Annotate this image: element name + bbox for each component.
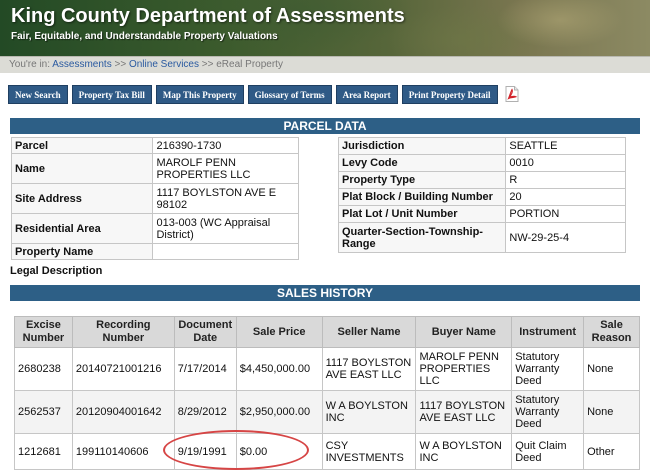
sales-history-heading: SALES HISTORY (10, 285, 640, 301)
breadcrumb: You're in: Assessments >> Online Service… (0, 56, 650, 73)
property-name-value (152, 243, 299, 260)
col-sale-reason: Sale Reason (583, 316, 640, 348)
new-search-button[interactable]: New Search (8, 85, 68, 104)
plat-block-value: 20 (505, 188, 626, 206)
breadcrumb-link-online-services[interactable]: Online Services (129, 59, 199, 70)
parcel-row-site-address: Site Address 1117 BOYLSTON AVE E 98102 (10, 183, 299, 214)
seller-name: W A BOYLSTON INC (321, 390, 417, 434)
document-date: 7/17/2014 (173, 347, 237, 391)
document-date: 9/19/1991 (173, 433, 237, 470)
map-this-property-button[interactable]: Map This Property (155, 85, 244, 104)
instrument: Statutory Warranty Deed (511, 347, 585, 391)
parcel-row-name: Name MAROLF PENN PROPERTIES LLC (10, 153, 299, 184)
residential-area-value: 013-003 (WC Appraisal District) (152, 213, 299, 244)
site-address-value: 1117 BOYLSTON AVE E 98102 (152, 183, 299, 214)
pdf-file-icon[interactable] (505, 86, 519, 102)
parcel-data-left-table: Parcel 216390-1730 Name MAROLF PENN PROP… (10, 137, 299, 260)
parcel-value: 216390-1730 (152, 137, 299, 154)
levy-code-value: 0010 (505, 154, 626, 172)
seller-name: 1117 BOYLSTON AVE EAST LLC (321, 347, 417, 391)
breadcrumb-link-assessments[interactable]: Assessments (52, 59, 111, 70)
parcel-row-jurisdiction: Jurisdiction SEATTLE (337, 137, 626, 155)
document-date: 8/29/2012 (173, 390, 237, 434)
area-report-button[interactable]: Area Report (335, 85, 398, 104)
buyer-name: MAROLF PENN PROPERTIES LLC (415, 347, 513, 391)
sale-price: $2,950,000.00 (235, 390, 323, 434)
sale-reason: None (583, 347, 640, 391)
breadcrumb-lead: You're in: (9, 59, 51, 70)
sale-reason: None (583, 390, 640, 434)
table-row: 1212681 199110140606 9/19/1991 $0.00 CSY… (14, 433, 640, 470)
sale-price: $0.00 (235, 433, 323, 470)
recording-number-link[interactable]: 20140721001216 (76, 363, 162, 375)
qstr-label: Quarter-Section-Township-Range (337, 222, 507, 253)
table-row: 2680238 20140721001216 7/17/2014 $4,450,… (14, 347, 640, 391)
parcel-row-levy-code: Levy Code 0010 (337, 154, 626, 172)
recording-number-link[interactable]: 199110140606 (76, 446, 149, 458)
sale-price: $4,450,000.00 (235, 347, 323, 391)
plat-lot-label: Plat Lot / Unit Number (337, 205, 507, 223)
parcel-data-right-table: Jurisdiction SEATTLE Levy Code 0010 Prop… (337, 137, 626, 253)
excise-number-link[interactable]: 1212681 (18, 446, 61, 458)
instrument: Quit Claim Deed (511, 433, 585, 470)
col-document-date: Document Date (173, 316, 237, 348)
action-toolbar: New Search Property Tax Bill Map This Pr… (8, 85, 519, 104)
excise-number-link[interactable]: 2680238 (18, 363, 61, 375)
col-recording-number: Recording Number (71, 316, 175, 348)
col-seller-name: Seller Name (321, 316, 417, 348)
col-instrument: Instrument (511, 316, 585, 348)
col-excise-number: Excise Number (14, 316, 73, 348)
breadcrumb-separator: >> (114, 59, 127, 70)
jurisdiction-value: SEATTLE (505, 137, 626, 155)
parcel-row-residential-area: Residential Area 013-003 (WC Appraisal D… (10, 213, 299, 244)
buyer-name: W A BOYLSTON INC (415, 433, 513, 470)
property-type-label: Property Type (337, 171, 507, 189)
parcel-row-property-type: Property Type R (337, 171, 626, 189)
sales-header-row: Excise Number Recording Number Document … (14, 316, 640, 348)
parcel-row-parcel: Parcel 216390-1730 (10, 137, 299, 154)
buyer-name: 1117 BOYLSTON AVE EAST LLC (415, 390, 513, 434)
col-sale-price: Sale Price (235, 316, 323, 348)
site-banner: King County Department of Assessments Fa… (0, 0, 650, 56)
plat-lot-value: PORTION (505, 205, 626, 223)
parcel-row-plat-block: Plat Block / Building Number 20 (337, 188, 626, 206)
name-value: MAROLF PENN PROPERTIES LLC (152, 153, 299, 184)
residential-area-label: Residential Area (10, 213, 154, 244)
levy-code-label: Levy Code (337, 154, 507, 172)
site-title: King County Department of Assessments (11, 5, 405, 27)
parcel-row-plat-lot: Plat Lot / Unit Number PORTION (337, 205, 626, 223)
breadcrumb-current: eReal Property (216, 59, 283, 70)
parcel-row-qstr: Quarter-Section-Township-Range NW-29-25-… (337, 222, 626, 253)
sales-history-table: Excise Number Recording Number Document … (14, 316, 640, 470)
instrument: Statutory Warranty Deed (511, 390, 585, 434)
site-subtitle: Fair, Equitable, and Understandable Prop… (11, 31, 278, 42)
seller-name: CSY INVESTMENTS (321, 433, 417, 470)
property-name-label: Property Name (10, 243, 154, 260)
glossary-of-terms-button[interactable]: Glossary of Terms (247, 85, 332, 104)
col-buyer-name: Buyer Name (415, 316, 513, 348)
qstr-link[interactable]: NW-29-25-4 (509, 232, 569, 244)
sale-reason: Other (583, 433, 640, 470)
excise-number-link[interactable]: 2562537 (18, 406, 61, 418)
parcel-label: Parcel (10, 137, 154, 154)
print-property-detail-button[interactable]: Print Property Detail (401, 85, 498, 104)
parcel-row-property-name: Property Name (10, 243, 299, 260)
name-label: Name (10, 153, 154, 184)
property-tax-bill-button[interactable]: Property Tax Bill (71, 85, 152, 104)
table-row: 2562537 20120904001642 8/29/2012 $2,950,… (14, 390, 640, 434)
site-address-label: Site Address (10, 183, 154, 214)
parcel-data-heading: PARCEL DATA (10, 118, 640, 134)
property-type-value: R (505, 171, 626, 189)
legal-description-label: Legal Description (10, 265, 103, 277)
plat-block-label: Plat Block / Building Number (337, 188, 507, 206)
jurisdiction-label: Jurisdiction (337, 137, 507, 155)
recording-number-link[interactable]: 20120904001642 (76, 406, 162, 418)
breadcrumb-separator: >> (201, 59, 214, 70)
